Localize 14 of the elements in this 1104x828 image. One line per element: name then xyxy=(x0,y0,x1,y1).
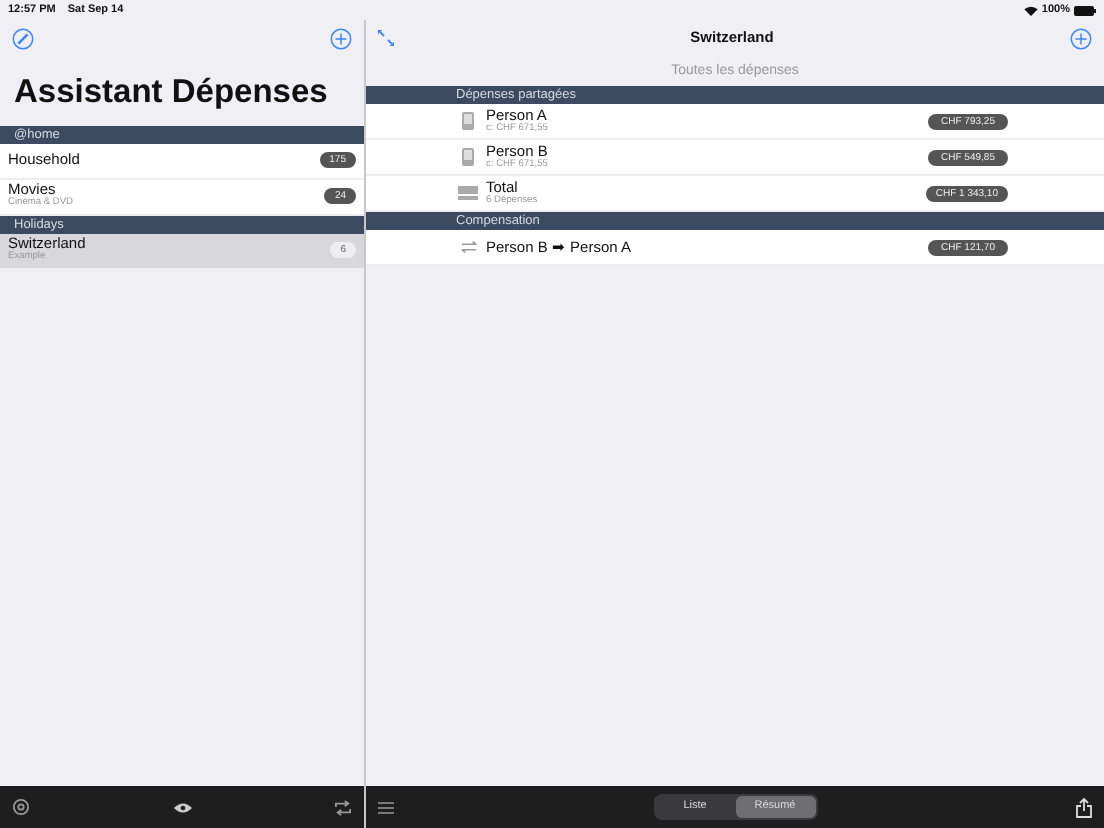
battery-icon xyxy=(1074,5,1096,15)
wifi-icon xyxy=(1023,5,1038,15)
list-icon[interactable] xyxy=(378,801,394,813)
eye-icon[interactable] xyxy=(173,801,191,813)
add-icon[interactable] xyxy=(1070,27,1092,49)
collapse-icon[interactable] xyxy=(378,30,394,46)
swap-icon xyxy=(459,240,477,254)
pencil-icon[interactable] xyxy=(12,27,34,49)
add-icon[interactable] xyxy=(330,27,352,49)
cash-icon xyxy=(458,186,478,200)
settings-icon[interactable] xyxy=(12,798,30,816)
app-title: Assistant Dépenses xyxy=(12,72,330,114)
share-icon[interactable] xyxy=(1076,797,1092,817)
repeat-icon[interactable] xyxy=(334,799,352,815)
